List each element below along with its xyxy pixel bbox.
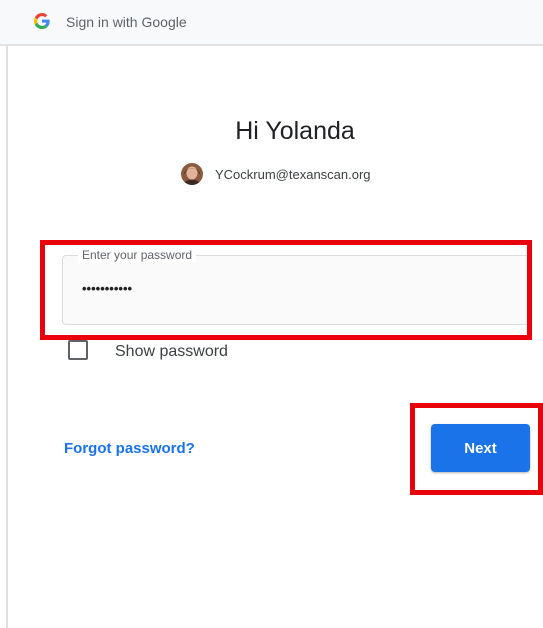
password-highlight-box [40, 240, 532, 340]
google-signin-window: Sign in with Google Hi Yolanda YCockrum@… [0, 0, 543, 628]
show-password-checkbox[interactable] [68, 340, 88, 360]
next-highlight-box [410, 403, 543, 495]
user-avatar [181, 163, 203, 185]
greeting-heading: Hi Yolanda [235, 117, 355, 145]
show-password-label[interactable]: Show password [115, 342, 228, 362]
header-bar: Sign in with Google [0, 0, 543, 44]
google-g-icon [34, 13, 50, 29]
header-divider [0, 44, 543, 46]
account-email: YCockrum@texanscan.org [215, 166, 371, 182]
forgot-password-link[interactable]: Forgot password? [64, 439, 195, 459]
account-chip[interactable]: YCockrum@texanscan.org [181, 162, 371, 186]
header-title: Sign in with Google [66, 14, 187, 30]
